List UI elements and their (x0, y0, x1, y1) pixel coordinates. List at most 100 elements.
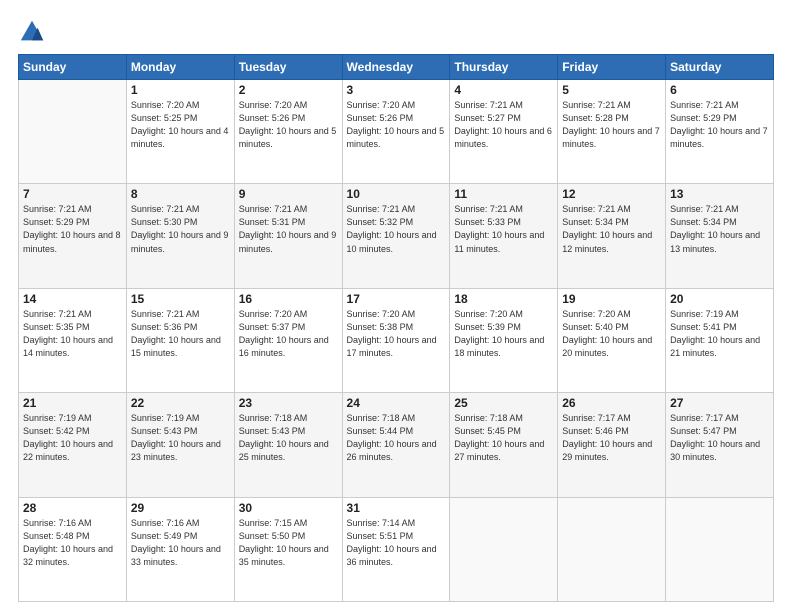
calendar-day-cell: 9 Sunrise: 7:21 AM Sunset: 5:31 PM Daylig… (234, 184, 342, 288)
day-info: Sunrise: 7:20 AM Sunset: 5:26 PM Dayligh… (239, 99, 338, 151)
day-number: 9 (239, 187, 338, 201)
page: SundayMondayTuesdayWednesdayThursdayFrid… (0, 0, 792, 612)
day-number: 24 (347, 396, 446, 410)
day-number: 17 (347, 292, 446, 306)
calendar-day-cell: 15 Sunrise: 7:21 AM Sunset: 5:36 PM Dayli… (126, 288, 234, 392)
day-info: Sunrise: 7:21 AM Sunset: 5:36 PM Dayligh… (131, 308, 230, 360)
calendar-day-cell: 13 Sunrise: 7:21 AM Sunset: 5:34 PM Dayli… (666, 184, 774, 288)
day-info: Sunrise: 7:18 AM Sunset: 5:45 PM Dayligh… (454, 412, 553, 464)
day-info: Sunrise: 7:20 AM Sunset: 5:39 PM Dayligh… (454, 308, 553, 360)
calendar-day-cell (19, 80, 127, 184)
day-info: Sunrise: 7:18 AM Sunset: 5:44 PM Dayligh… (347, 412, 446, 464)
calendar-day-cell: 30 Sunrise: 7:15 AM Sunset: 5:50 PM Dayli… (234, 497, 342, 601)
calendar-day-cell (666, 497, 774, 601)
calendar-day-cell: 25 Sunrise: 7:18 AM Sunset: 5:45 PM Dayli… (450, 393, 558, 497)
calendar-day-cell: 22Sunrise: 7:19 AM Sunset: 5:43 PM Dayli… (126, 393, 234, 497)
calendar-day-cell: 16 Sunrise: 7:20 AM Sunset: 5:37 PM Dayli… (234, 288, 342, 392)
calendar-week-row: 28 Sunrise: 7:16 AM Sunset: 5:48 PM Dayli… (19, 497, 774, 601)
calendar-day-cell: 14Sunrise: 7:21 AM Sunset: 5:35 PM Dayli… (19, 288, 127, 392)
day-info: Sunrise: 7:21 AM Sunset: 5:31 PM Dayligh… (239, 203, 338, 255)
day-number: 6 (670, 83, 769, 97)
day-info: Sunrise: 7:21 AM Sunset: 5:30 PM Dayligh… (131, 203, 230, 255)
calendar-day-cell (450, 497, 558, 601)
calendar-day-cell: 5Sunrise: 7:21 AM Sunset: 5:28 PM Daylig… (558, 80, 666, 184)
calendar-day-header: Monday (126, 55, 234, 80)
day-number: 10 (347, 187, 446, 201)
day-number: 13 (670, 187, 769, 201)
day-number: 8 (131, 187, 230, 201)
day-number: 14 (23, 292, 122, 306)
calendar-day-cell (558, 497, 666, 601)
day-number: 30 (239, 501, 338, 515)
calendar-day-header: Friday (558, 55, 666, 80)
day-info: Sunrise: 7:20 AM Sunset: 5:26 PM Dayligh… (347, 99, 446, 151)
calendar-day-header: Thursday (450, 55, 558, 80)
calendar-day-cell: 10 Sunrise: 7:21 AM Sunset: 5:32 PM Dayli… (342, 184, 450, 288)
day-number: 5 (562, 83, 661, 97)
day-number: 26 (562, 396, 661, 410)
calendar-day-cell: 4 Sunrise: 7:21 AM Sunset: 5:27 PM Daylig… (450, 80, 558, 184)
day-info: Sunrise: 7:16 AM Sunset: 5:49 PM Dayligh… (131, 517, 230, 569)
calendar-week-row: 14Sunrise: 7:21 AM Sunset: 5:35 PM Dayli… (19, 288, 774, 392)
header (18, 18, 774, 46)
day-number: 23 (239, 396, 338, 410)
day-info: Sunrise: 7:19 AM Sunset: 5:41 PM Dayligh… (670, 308, 769, 360)
day-info: Sunrise: 7:17 AM Sunset: 5:47 PM Dayligh… (670, 412, 769, 464)
calendar-day-cell: 23 Sunrise: 7:18 AM Sunset: 5:43 PM Dayli… (234, 393, 342, 497)
day-number: 28 (23, 501, 122, 515)
calendar-day-header: Wednesday (342, 55, 450, 80)
day-info: Sunrise: 7:18 AM Sunset: 5:43 PM Dayligh… (239, 412, 338, 464)
calendar-day-cell: 29Sunrise: 7:16 AM Sunset: 5:49 PM Dayli… (126, 497, 234, 601)
calendar-week-row: 7 Sunrise: 7:21 AM Sunset: 5:29 PM Daylig… (19, 184, 774, 288)
calendar-day-cell: 7 Sunrise: 7:21 AM Sunset: 5:29 PM Daylig… (19, 184, 127, 288)
day-info: Sunrise: 7:20 AM Sunset: 5:38 PM Dayligh… (347, 308, 446, 360)
calendar-day-header: Saturday (666, 55, 774, 80)
calendar-day-cell: 19 Sunrise: 7:20 AM Sunset: 5:40 PM Dayli… (558, 288, 666, 392)
day-info: Sunrise: 7:21 AM Sunset: 5:34 PM Dayligh… (670, 203, 769, 255)
calendar-day-cell: 1 Sunrise: 7:20 AM Sunset: 5:25 PM Daylig… (126, 80, 234, 184)
calendar-day-cell: 31 Sunrise: 7:14 AM Sunset: 5:51 PM Dayli… (342, 497, 450, 601)
day-number: 16 (239, 292, 338, 306)
day-info: Sunrise: 7:20 AM Sunset: 5:40 PM Dayligh… (562, 308, 661, 360)
day-info: Sunrise: 7:19 AM Sunset: 5:42 PM Dayligh… (23, 412, 122, 464)
calendar-day-header: Sunday (19, 55, 127, 80)
calendar-day-cell: 17 Sunrise: 7:20 AM Sunset: 5:38 PM Dayli… (342, 288, 450, 392)
day-info: Sunrise: 7:21 AM Sunset: 5:33 PM Dayligh… (454, 203, 553, 255)
day-number: 2 (239, 83, 338, 97)
calendar-day-cell: 21 Sunrise: 7:19 AM Sunset: 5:42 PM Dayli… (19, 393, 127, 497)
day-number: 1 (131, 83, 230, 97)
day-number: 7 (23, 187, 122, 201)
day-info: Sunrise: 7:16 AM Sunset: 5:48 PM Dayligh… (23, 517, 122, 569)
calendar-week-row: 1 Sunrise: 7:20 AM Sunset: 5:25 PM Daylig… (19, 80, 774, 184)
day-info: Sunrise: 7:21 AM Sunset: 5:29 PM Dayligh… (23, 203, 122, 255)
calendar-day-cell: 24 Sunrise: 7:18 AM Sunset: 5:44 PM Dayli… (342, 393, 450, 497)
calendar-table: SundayMondayTuesdayWednesdayThursdayFrid… (18, 54, 774, 602)
calendar-day-cell: 8 Sunrise: 7:21 AM Sunset: 5:30 PM Daylig… (126, 184, 234, 288)
day-number: 25 (454, 396, 553, 410)
day-number: 3 (347, 83, 446, 97)
day-info: Sunrise: 7:20 AM Sunset: 5:37 PM Dayligh… (239, 308, 338, 360)
day-number: 20 (670, 292, 769, 306)
calendar-day-header: Tuesday (234, 55, 342, 80)
calendar-day-cell: 11 Sunrise: 7:21 AM Sunset: 5:33 PM Dayli… (450, 184, 558, 288)
day-number: 19 (562, 292, 661, 306)
day-info: Sunrise: 7:21 AM Sunset: 5:27 PM Dayligh… (454, 99, 553, 151)
day-info: Sunrise: 7:19 AM Sunset: 5:43 PM Dayligh… (131, 412, 230, 464)
day-number: 31 (347, 501, 446, 515)
calendar-header-row: SundayMondayTuesdayWednesdayThursdayFrid… (19, 55, 774, 80)
day-info: Sunrise: 7:14 AM Sunset: 5:51 PM Dayligh… (347, 517, 446, 569)
calendar-day-cell: 6 Sunrise: 7:21 AM Sunset: 5:29 PM Daylig… (666, 80, 774, 184)
day-info: Sunrise: 7:21 AM Sunset: 5:34 PM Dayligh… (562, 203, 661, 255)
day-number: 18 (454, 292, 553, 306)
day-number: 11 (454, 187, 553, 201)
day-info: Sunrise: 7:21 AM Sunset: 5:29 PM Dayligh… (670, 99, 769, 151)
day-info: Sunrise: 7:15 AM Sunset: 5:50 PM Dayligh… (239, 517, 338, 569)
calendar-day-cell: 3 Sunrise: 7:20 AM Sunset: 5:26 PM Daylig… (342, 80, 450, 184)
day-info: Sunrise: 7:21 AM Sunset: 5:32 PM Dayligh… (347, 203, 446, 255)
day-number: 4 (454, 83, 553, 97)
day-number: 21 (23, 396, 122, 410)
logo (18, 18, 50, 46)
day-number: 15 (131, 292, 230, 306)
day-info: Sunrise: 7:20 AM Sunset: 5:25 PM Dayligh… (131, 99, 230, 151)
calendar-day-cell: 26Sunrise: 7:17 AM Sunset: 5:46 PM Dayli… (558, 393, 666, 497)
